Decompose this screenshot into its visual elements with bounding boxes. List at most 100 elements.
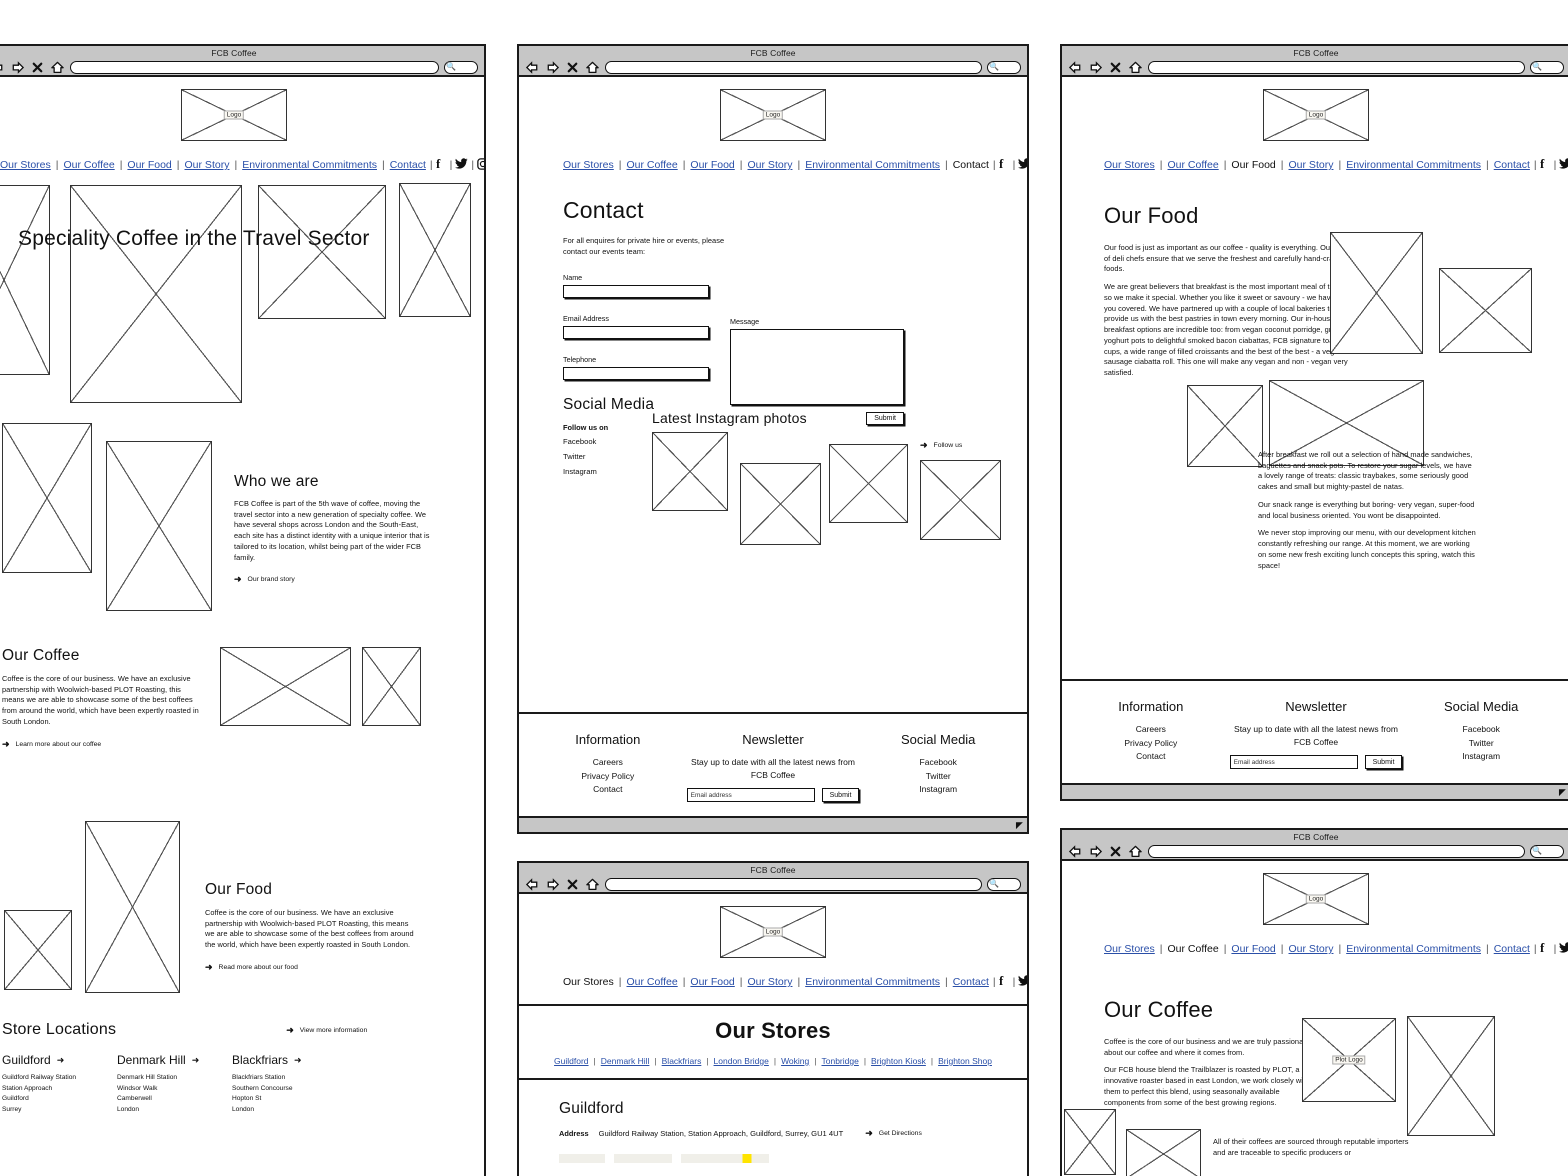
nav-our-coffee[interactable]: Our Coffee <box>1168 943 1219 955</box>
nav-our-stores[interactable]: Our Stores <box>0 159 51 171</box>
search-input[interactable]: 🔍 <box>1530 61 1564 74</box>
store-card-guildford[interactable]: Guildford ➜ Guildford Railway Station St… <box>2 1053 117 1115</box>
forward-arrow-icon[interactable] <box>545 877 560 892</box>
back-arrow-icon[interactable] <box>1068 60 1083 75</box>
email-field[interactable] <box>563 326 709 340</box>
nav-our-story[interactable]: Our Story <box>185 159 230 171</box>
locations-more-link[interactable]: ➜ View more information <box>286 1025 367 1035</box>
brand-story-link[interactable]: ➜ Our brand story <box>234 575 434 584</box>
nav-our-stores[interactable]: Our Stores <box>563 159 614 171</box>
nav-our-stores[interactable]: Our Stores <box>1104 159 1155 171</box>
forward-arrow-icon[interactable] <box>10 60 25 75</box>
close-x-icon[interactable] <box>30 60 45 75</box>
close-x-icon[interactable] <box>565 877 580 892</box>
footer-link-twitter[interactable]: Twitter <box>1402 737 1560 750</box>
store-card-denmark-hill[interactable]: Denmark Hill ➜ Denmark Hill Station Wind… <box>117 1053 232 1115</box>
store-tab-blackfriars[interactable]: Blackfriars <box>662 1056 702 1066</box>
newsletter-email-input[interactable]: Email address <box>1229 755 1358 769</box>
url-input[interactable] <box>1148 61 1525 74</box>
site-logo[interactable]: Logo <box>720 906 826 958</box>
url-input[interactable] <box>605 61 982 74</box>
nav-our-food[interactable]: Our Food <box>1231 159 1275 171</box>
nav-contact[interactable]: Contact <box>390 159 426 171</box>
nav-our-food[interactable]: Our Food <box>1231 943 1275 955</box>
store-tab-woking[interactable]: Woking <box>781 1056 809 1066</box>
nav-our-food[interactable]: Our Food <box>127 159 171 171</box>
nav-contact[interactable]: Contact <box>953 976 989 988</box>
coffee-more-link[interactable]: ➜ Learn more about our coffee <box>2 739 200 749</box>
facebook-icon[interactable]: f <box>1540 156 1551 173</box>
newsletter-submit-button[interactable]: Submit <box>1364 755 1403 769</box>
footer-link-privacy[interactable]: Privacy Policy <box>1072 737 1230 750</box>
url-input[interactable] <box>605 878 982 891</box>
footer-link-careers[interactable]: Careers <box>1072 723 1230 736</box>
facebook-icon[interactable]: f <box>436 156 447 173</box>
nav-our-food[interactable]: Our Food <box>690 976 734 988</box>
resize-grip-icon[interactable]: ◥ <box>1016 820 1023 831</box>
nav-contact[interactable]: Contact <box>1494 943 1530 955</box>
footer-link-instagram[interactable]: Instagram <box>1402 750 1560 763</box>
nav-our-food[interactable]: Our Food <box>690 159 734 171</box>
resize-grip-icon[interactable]: ◥ <box>1559 787 1566 798</box>
instagram-photo-3[interactable] <box>829 444 908 524</box>
site-logo[interactable]: Logo <box>1263 89 1369 141</box>
close-x-icon[interactable] <box>565 60 580 75</box>
twitter-icon[interactable] <box>1018 975 1027 989</box>
twitter-icon[interactable] <box>455 158 468 172</box>
facebook-icon[interactable]: f <box>1540 940 1551 957</box>
newsletter-submit-button[interactable]: Submit <box>821 788 860 802</box>
instagram-photo-4[interactable] <box>920 460 1001 541</box>
footer-link-facebook[interactable]: Facebook <box>1402 723 1560 736</box>
instagram-photo-1[interactable] <box>652 432 728 512</box>
store-tab-guildford[interactable]: Guildford <box>554 1056 589 1066</box>
store-tab-denmark-hill[interactable]: Denmark Hill <box>601 1056 650 1066</box>
telephone-field[interactable] <box>563 367 709 381</box>
newsletter-email-input[interactable]: Email address <box>686 788 815 802</box>
footer-link-twitter[interactable]: Twitter <box>859 770 1017 783</box>
facebook-icon[interactable]: f <box>999 156 1010 173</box>
store-tab-tonbridge[interactable]: Tonbridge <box>821 1056 858 1066</box>
back-arrow-icon[interactable] <box>0 60 5 75</box>
forward-arrow-icon[interactable] <box>1088 844 1103 859</box>
nav-our-coffee[interactable]: Our Coffee <box>627 159 678 171</box>
instagram-follow-link[interactable]: ➜ Follow us <box>920 441 962 450</box>
store-tab-london-bridge[interactable]: London Bridge <box>714 1056 769 1066</box>
footer-link-instagram[interactable]: Instagram <box>859 783 1017 796</box>
nav-our-coffee[interactable]: Our Coffee <box>627 976 678 988</box>
nav-our-story[interactable]: Our Story <box>748 976 793 988</box>
nav-environmental-commitments[interactable]: Environmental Commitments <box>805 976 940 988</box>
footer-link-contact[interactable]: Contact <box>529 783 687 796</box>
footer-link-privacy[interactable]: Privacy Policy <box>529 770 687 783</box>
nav-our-story[interactable]: Our Story <box>1289 159 1334 171</box>
name-field[interactable] <box>563 285 709 299</box>
back-arrow-icon[interactable] <box>525 60 540 75</box>
search-input[interactable]: 🔍 <box>444 61 478 74</box>
food-more-link[interactable]: ➜ Read more about our food <box>205 962 417 972</box>
site-logo[interactable]: Logo <box>1263 873 1369 925</box>
nav-environmental-commitments[interactable]: Environmental Commitments <box>805 159 940 171</box>
url-input[interactable] <box>1148 845 1525 858</box>
nav-our-story[interactable]: Our Story <box>748 159 793 171</box>
home-icon[interactable] <box>50 60 65 75</box>
footer-link-careers[interactable]: Careers <box>529 756 687 769</box>
back-arrow-icon[interactable] <box>525 877 540 892</box>
twitter-icon[interactable] <box>1559 158 1568 172</box>
home-icon[interactable] <box>1128 844 1143 859</box>
nav-our-story[interactable]: Our Story <box>1289 943 1334 955</box>
store-card-blackfriars[interactable]: Blackfriars ➜ Blackfriars Station Southe… <box>232 1053 347 1115</box>
twitter-icon[interactable] <box>1018 158 1027 172</box>
twitter-icon[interactable] <box>1559 942 1568 956</box>
search-input[interactable]: 🔍 <box>987 878 1021 891</box>
home-icon[interactable] <box>1128 60 1143 75</box>
nav-environmental-commitments[interactable]: Environmental Commitments <box>242 159 377 171</box>
back-arrow-icon[interactable] <box>1068 844 1083 859</box>
nav-our-stores[interactable]: Our Stores <box>563 976 614 988</box>
url-input[interactable] <box>70 61 439 74</box>
instagram-photo-2[interactable] <box>740 463 821 546</box>
site-logo[interactable]: Logo <box>720 89 826 141</box>
footer-link-facebook[interactable]: Facebook <box>859 756 1017 769</box>
nav-contact[interactable]: Contact <box>953 159 989 171</box>
forward-arrow-icon[interactable] <box>545 60 560 75</box>
home-icon[interactable] <box>585 877 600 892</box>
store-tab-brighton-kiosk[interactable]: Brighton Kiosk <box>871 1056 926 1066</box>
